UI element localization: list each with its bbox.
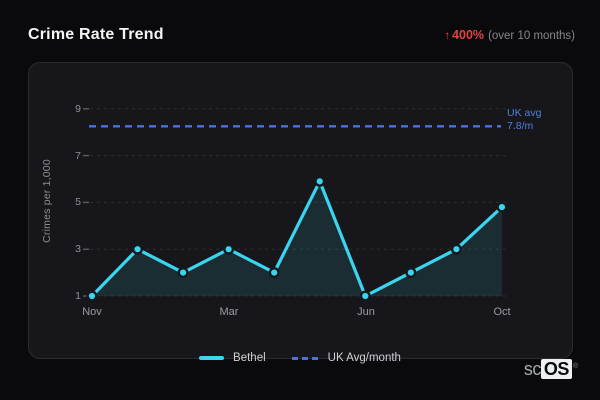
trend-percentage: 400% <box>452 28 485 42</box>
y-tick-5: 5 <box>75 196 81 208</box>
bethel-line-swatch-icon <box>199 356 225 360</box>
page-title: Crime Rate Trend <box>28 26 164 43</box>
x-tick-nov: Nov <box>82 306 102 318</box>
legend-label-bethel: Bethel <box>233 352 266 364</box>
uk-avg-annotation-line1: UK avg <box>507 107 542 119</box>
registered-mark: ® <box>572 363 578 370</box>
data-point-marker <box>359 290 371 302</box>
logo-prefix: sc <box>523 359 542 379</box>
chart-card: Crimes per 1,000 9 7 5 3 1 Nov Mar Jun O… <box>28 62 573 359</box>
bethel-area-fill <box>92 181 502 296</box>
page-header: Crime Rate Trend ↑ 400% (over 10 months) <box>28 26 575 44</box>
y-tick-7: 7 <box>75 150 81 162</box>
data-point-marker <box>177 267 189 279</box>
uk-avg-annotation: UK avg 7.8/m <box>507 107 569 133</box>
data-point-marker <box>496 201 508 213</box>
y-tick-1: 1 <box>75 290 81 302</box>
legend-item-uk-avg: UK Avg/month <box>291 352 401 364</box>
trend-caption: (over 10 months) <box>488 30 575 42</box>
scos-logo: sc OS ® <box>523 357 578 381</box>
uk-avg-dashed-swatch-icon <box>291 356 319 360</box>
legend-item-bethel: Bethel <box>199 352 266 364</box>
x-tick-mar: Mar <box>219 306 239 318</box>
data-point-marker <box>223 243 235 255</box>
data-point-marker <box>132 243 144 255</box>
trend-summary: ↑ 400% (over 10 months) <box>444 28 575 42</box>
chart-legend: Bethel UK Avg/month <box>0 352 600 364</box>
x-tick-oct: Oct <box>493 306 511 318</box>
y-tick-9: 9 <box>75 103 81 115</box>
data-point-marker <box>268 267 280 279</box>
data-point-marker <box>86 290 98 302</box>
data-point-marker <box>405 267 417 279</box>
data-point-marker <box>314 175 326 187</box>
logo-box: OS <box>540 359 572 379</box>
data-point-marker <box>450 243 462 255</box>
x-tick-jun: Jun <box>357 306 375 318</box>
y-tick-3: 3 <box>75 243 81 255</box>
trend-up-icon: ↑ <box>444 30 451 42</box>
legend-label-uk-avg: UK Avg/month <box>327 352 401 364</box>
uk-avg-annotation-line2: 7.8/m <box>507 120 534 132</box>
